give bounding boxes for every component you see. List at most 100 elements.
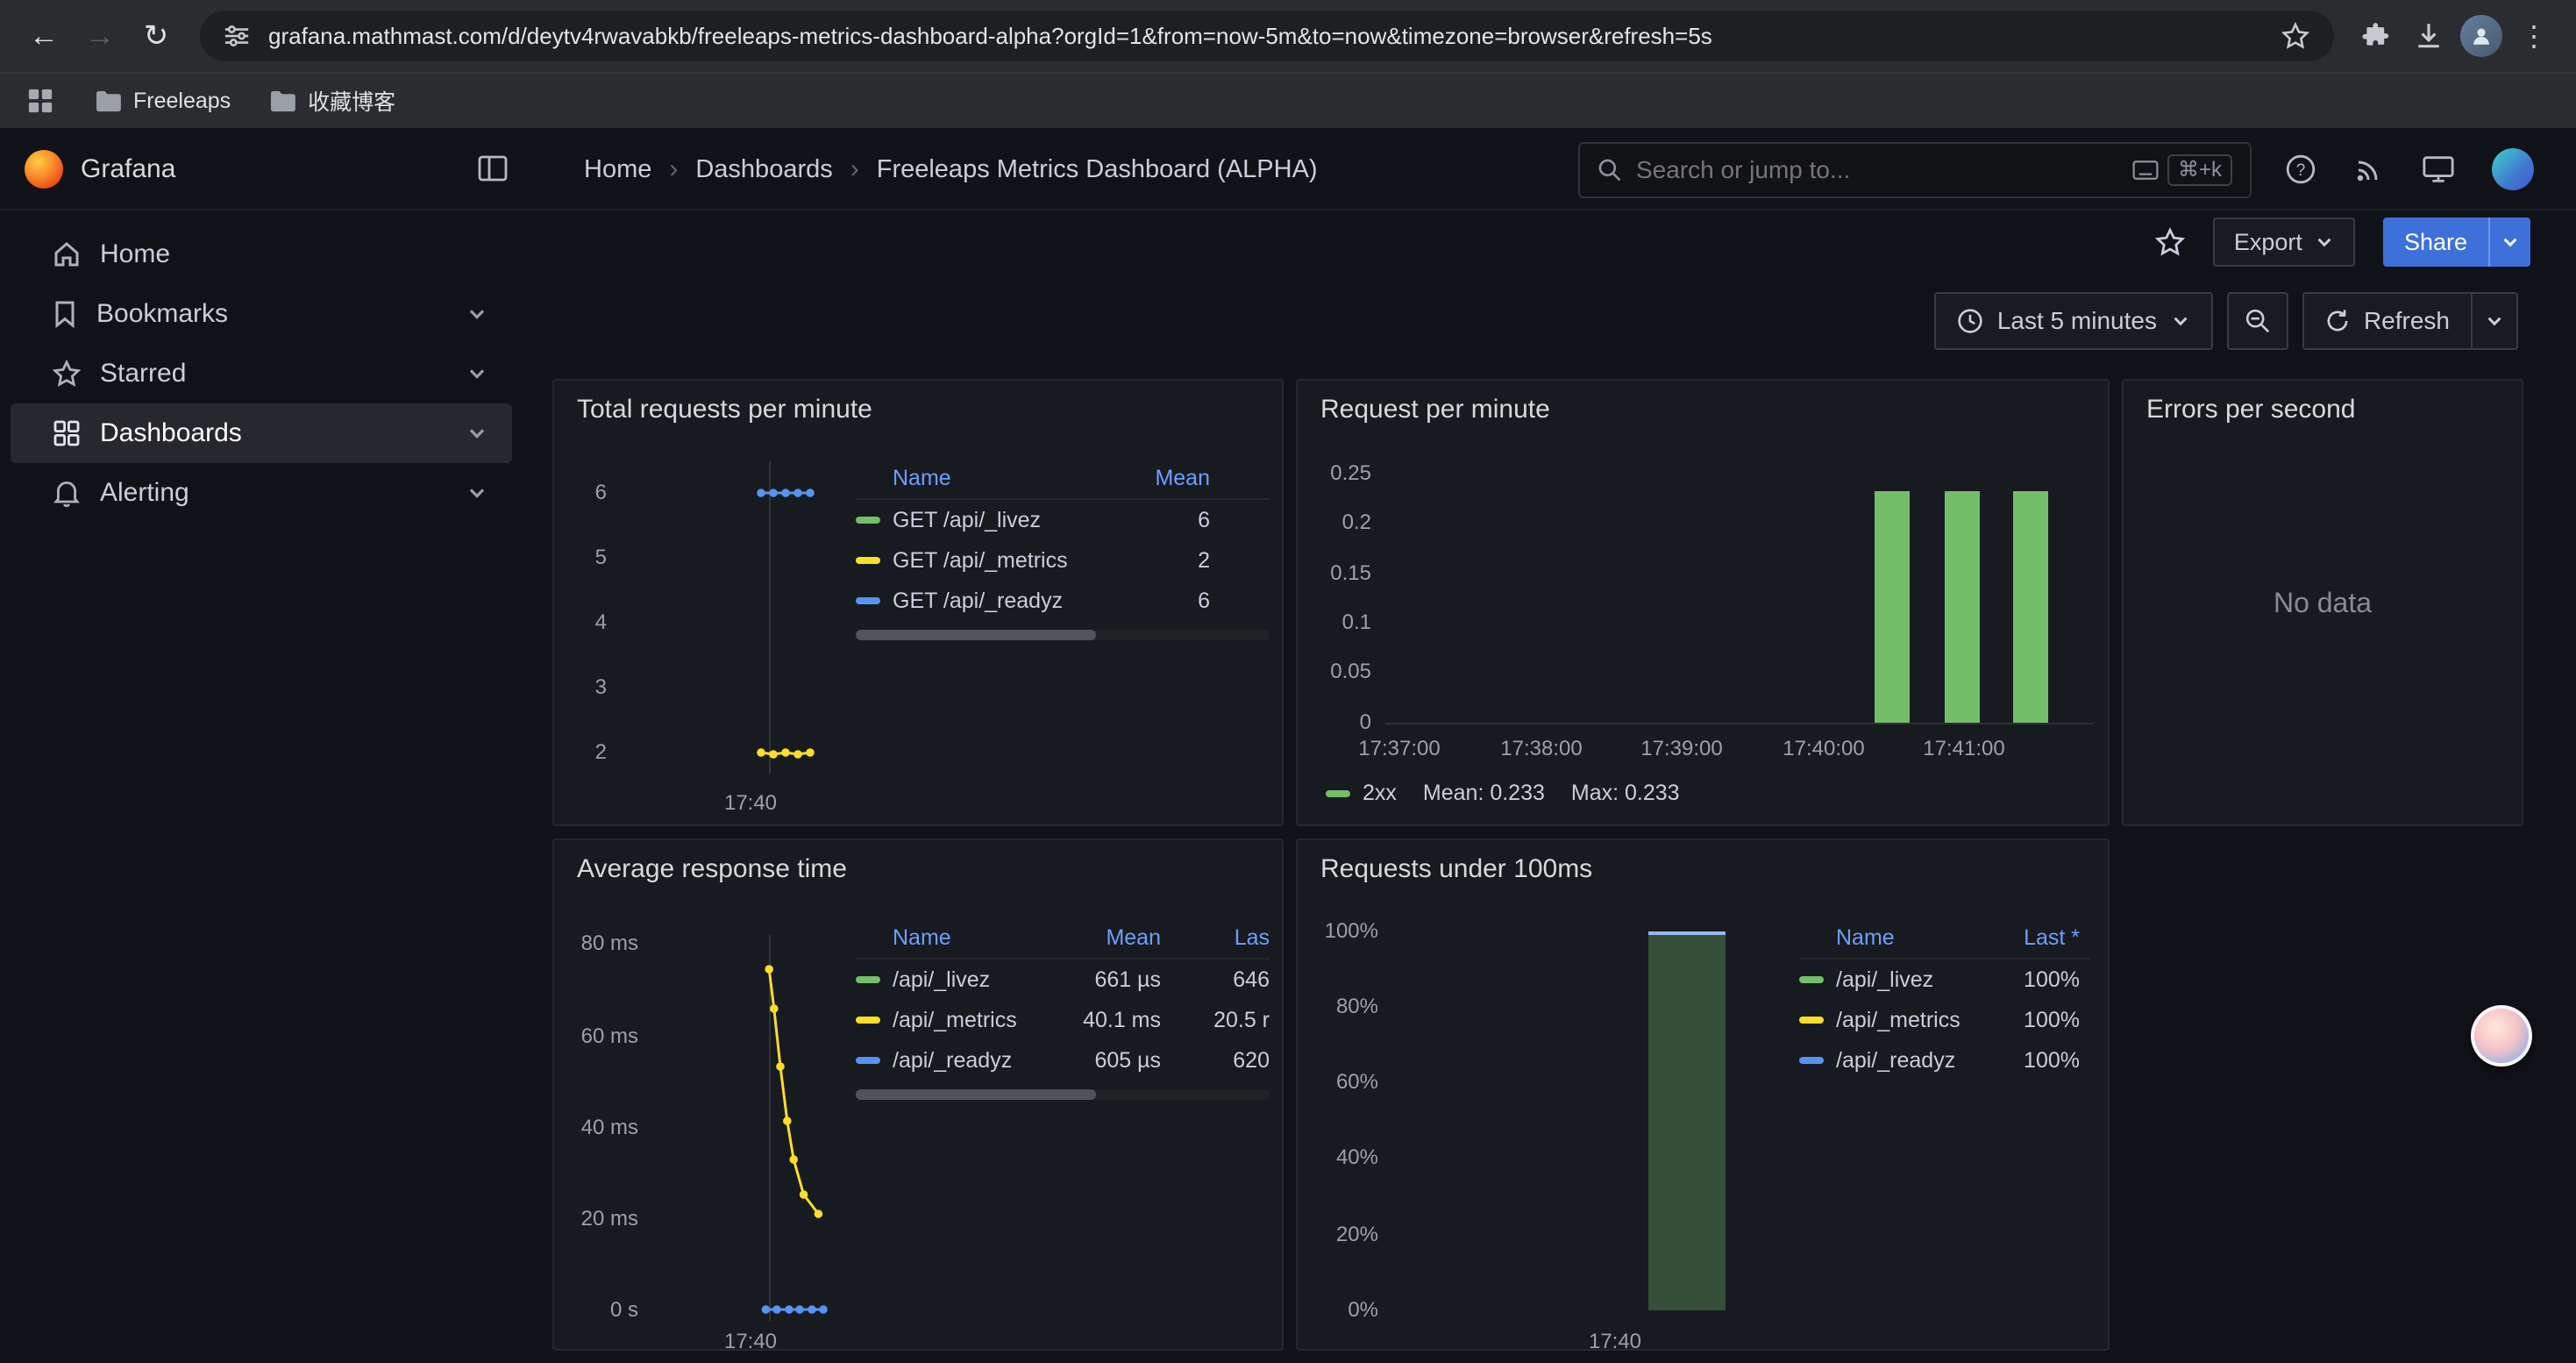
sidebar-item-home[interactable]: Home (11, 225, 512, 284)
panel-title[interactable]: Total requests per minute (554, 381, 1282, 425)
bar-2xx[interactable] (1875, 491, 1910, 723)
legend-name[interactable]: GET /api/_readyz (893, 589, 1105, 614)
scrollbar-thumb[interactable] (856, 630, 1096, 640)
legend-header-mean[interactable]: Mean (1038, 925, 1161, 951)
site-settings-icon[interactable] (221, 11, 253, 61)
legend-value: 100% (1985, 1048, 2090, 1074)
sidebar-item-bookmarks[interactable]: Bookmarks (11, 284, 512, 344)
chevron-down-icon[interactable] (466, 363, 487, 384)
legend-header-last[interactable]: Last * (1985, 925, 2090, 951)
export-button[interactable]: Export (2213, 218, 2355, 267)
chevron-down-icon[interactable] (466, 423, 487, 444)
bar-2xx[interactable] (1945, 491, 1980, 723)
forward-icon[interactable]: → (74, 10, 126, 62)
url-text[interactable]: grafana.mathmast.com/d/deytv4rwavabkb/fr… (268, 23, 2262, 50)
legend-row: /api/_metrics 100% (1799, 1000, 2090, 1040)
user-avatar[interactable] (2492, 148, 2534, 190)
share-dropdown-button[interactable] (2488, 218, 2530, 267)
favorite-star-icon[interactable] (2155, 227, 2185, 257)
grafana-logo[interactable] (25, 150, 63, 189)
sidebar-item-alerting[interactable]: Alerting (11, 463, 512, 523)
floating-avatar[interactable] (2471, 1005, 2532, 1067)
chart-average-response-time: 80 ms 60 ms 40 ms 20 ms 0 s (565, 903, 873, 1351)
help-icon[interactable]: ? (2285, 153, 2316, 185)
bookmark-star-icon[interactable] (2278, 11, 2313, 61)
panel-title[interactable]: Request per minute (1298, 381, 2108, 425)
bookmark-folder-blogs[interactable]: 收藏博客 (269, 85, 395, 117)
bar-under-100ms[interactable] (1648, 931, 1726, 1310)
legend-name[interactable]: /api/_livez (1836, 967, 1985, 993)
refresh-interval-dropdown[interactable] (2471, 294, 2516, 348)
breadcrumb-separator: › (669, 154, 678, 184)
refresh-label: Refresh (2364, 307, 2450, 335)
zoom-out-button[interactable] (2227, 292, 2288, 350)
back-icon[interactable]: ← (18, 10, 70, 62)
legend-mean: Mean: 0.233 (1423, 781, 1545, 806)
reload-icon[interactable]: ↻ (130, 10, 182, 62)
brand-name: Grafana (81, 154, 175, 184)
shortcut-badge: ⌘+k (2167, 154, 2232, 186)
sidebar: Home Bookmarks Starred (0, 211, 523, 1363)
svg-text:?: ? (2296, 161, 2306, 180)
legend-header: Name Mean Las (856, 917, 1270, 960)
y-tick: 20% (1312, 1223, 1378, 1247)
breadcrumb-dashboards[interactable]: Dashboards (695, 155, 832, 184)
legend-value: 100% (1985, 1008, 2090, 1033)
legend-name[interactable]: /api/_livez (893, 967, 1038, 993)
apps-grid-icon[interactable] (25, 85, 56, 117)
search-input[interactable] (1636, 156, 2118, 184)
legend-header-mean[interactable]: Mean (1105, 466, 1210, 491)
keyboard-icon (2132, 161, 2159, 180)
legend-table: Name Mean Las /api/_livez 661 µs 646 (856, 917, 1270, 1100)
legend-name[interactable]: /api/_metrics (1836, 1008, 1985, 1033)
extensions-icon[interactable] (2352, 11, 2401, 61)
download-icon[interactable] (2404, 11, 2453, 61)
bookmark-folder-freeleaps[interactable]: Freeleaps (95, 89, 231, 114)
legend-max: Max: 0.233 (1571, 781, 1680, 806)
series-marker (856, 1017, 880, 1024)
x-tick: 17:41:00 (1923, 737, 2004, 761)
legend-name[interactable]: GET /api/_metrics (893, 548, 1105, 574)
sidebar-toggle-icon[interactable] (477, 153, 509, 184)
chevron-down-icon (2315, 232, 2334, 252)
legend-row: /api/_readyz 605 µs 620 (856, 1040, 1270, 1081)
time-range-picker[interactable]: Last 5 minutes (1934, 292, 2213, 350)
legend-header-name[interactable]: Name (893, 925, 1038, 951)
y-tick: 40% (1312, 1145, 1378, 1170)
breadcrumb-home[interactable]: Home (584, 155, 651, 184)
legend-name[interactable]: GET /api/_livez (893, 508, 1105, 533)
legend-row: /api/_readyz 100% (1799, 1040, 2090, 1081)
monitor-icon[interactable] (2422, 153, 2455, 185)
news-rss-icon[interactable] (2353, 153, 2385, 185)
bookmark-label: Freeleaps (133, 89, 231, 114)
sidebar-item-dashboards[interactable]: Dashboards (11, 403, 512, 463)
panel-title[interactable]: Requests under 100ms (1298, 840, 2108, 884)
legend-header-name[interactable]: Name (1836, 925, 1985, 951)
legend-value: 20.5 r (1161, 1008, 1270, 1033)
chevron-down-icon[interactable] (466, 303, 487, 325)
legend-name[interactable]: /api/_readyz (893, 1048, 1038, 1074)
sidebar-item-starred[interactable]: Starred (11, 344, 512, 403)
address-bar[interactable]: grafana.mathmast.com/d/deytv4rwavabkb/fr… (200, 11, 2334, 61)
y-tick: 0.1 (1312, 610, 1371, 635)
chevron-down-icon[interactable] (466, 482, 487, 503)
legend-header: Name Last * (1799, 917, 2090, 960)
legend-name[interactable]: /api/_metrics (893, 1008, 1038, 1033)
refresh-button[interactable]: Refresh (2304, 294, 2471, 348)
panel-errors-per-second: Errors per second No data (2122, 379, 2523, 826)
legend-name[interactable]: 2xx (1363, 781, 1397, 806)
bar-2xx[interactable] (2013, 491, 2048, 723)
legend-value: 6 (1105, 508, 1210, 533)
panel-title[interactable]: Average response time (554, 840, 1282, 884)
share-button[interactable]: Share (2383, 218, 2488, 267)
search-box[interactable]: ⌘+k (1578, 142, 2252, 198)
clock-icon (1957, 308, 1983, 334)
legend-name[interactable]: /api/_readyz (1836, 1048, 1985, 1074)
legend-header-last[interactable]: Las (1161, 925, 1270, 951)
bookmark-label: 收藏博客 (308, 85, 395, 117)
browser-menu-icon[interactable]: ⋮ (2509, 11, 2558, 61)
scrollbar-thumb[interactable] (856, 1089, 1096, 1100)
browser-profile-avatar[interactable] (2457, 11, 2506, 61)
legend-value: 661 µs (1038, 967, 1161, 993)
legend-header-name[interactable]: Name (893, 466, 1105, 491)
